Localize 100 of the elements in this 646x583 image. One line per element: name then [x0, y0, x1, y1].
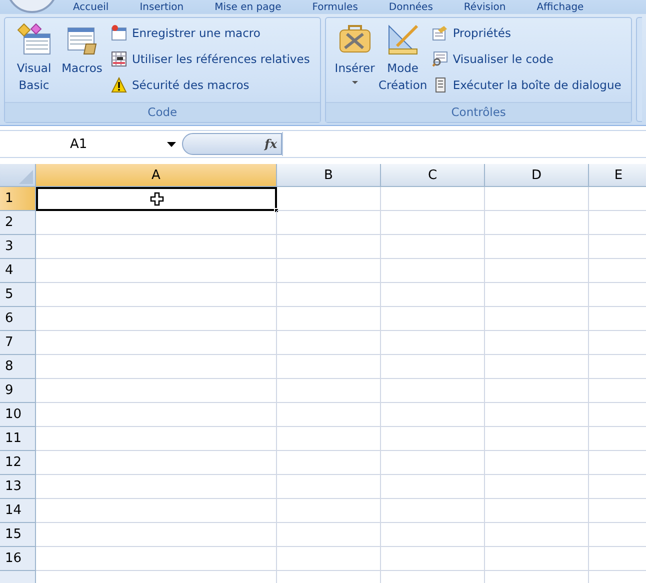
- table-cell[interactable]: [381, 187, 485, 211]
- table-cell[interactable]: [277, 403, 381, 427]
- column-header[interactable]: C: [381, 164, 485, 187]
- table-cell[interactable]: [277, 187, 381, 211]
- table-cell[interactable]: [277, 331, 381, 355]
- table-cell[interactable]: [277, 355, 381, 379]
- table-cell[interactable]: [277, 283, 381, 307]
- table-cell[interactable]: [381, 283, 485, 307]
- table-cell[interactable]: [485, 283, 589, 307]
- table-cell[interactable]: [381, 475, 485, 499]
- table-cell[interactable]: [277, 211, 381, 235]
- table-cell[interactable]: [485, 211, 589, 235]
- table-cell[interactable]: [36, 427, 277, 451]
- row-header[interactable]: 11: [0, 427, 36, 451]
- table-cell[interactable]: [485, 235, 589, 259]
- table-cell[interactable]: [485, 523, 589, 547]
- table-cell[interactable]: [36, 451, 277, 475]
- table-cell[interactable]: [277, 259, 381, 283]
- table-cell[interactable]: [485, 403, 589, 427]
- table-cell[interactable]: [36, 355, 277, 379]
- ribbon-small-button[interactable]: Propriétés: [432, 22, 628, 44]
- row-header[interactable]: 3: [0, 235, 36, 259]
- table-cell[interactable]: [485, 187, 589, 211]
- table-cell[interactable]: [36, 283, 277, 307]
- table-cell[interactable]: [277, 379, 381, 403]
- ribbon-small-button[interactable]: Exécuter la boîte de dialogue: [432, 74, 628, 96]
- table-cell[interactable]: [485, 379, 589, 403]
- table-cell[interactable]: [381, 307, 485, 331]
- row-header[interactable]: 8: [0, 355, 36, 379]
- table-cell[interactable]: [381, 403, 485, 427]
- table-cell[interactable]: [381, 523, 485, 547]
- table-cell[interactable]: [485, 451, 589, 475]
- dropdown-caret-icon[interactable]: [167, 142, 176, 146]
- ribbon-tab[interactable]: Formules: [303, 1, 380, 14]
- ribbon-tab[interactable]: Révision: [454, 1, 528, 14]
- column-header[interactable]: A: [36, 164, 277, 187]
- table-cell[interactable]: [485, 427, 589, 451]
- table-cell[interactable]: [485, 499, 589, 523]
- row-header[interactable]: 6: [0, 307, 36, 331]
- table-cell[interactable]: [381, 355, 485, 379]
- table-cell[interactable]: [485, 331, 589, 355]
- table-cell[interactable]: [381, 331, 485, 355]
- ribbon-tab[interactable]: Insertion: [130, 1, 206, 14]
- row-header[interactable]: 15: [0, 523, 36, 547]
- table-cell[interactable]: [381, 547, 485, 571]
- table-cell[interactable]: [277, 547, 381, 571]
- row-header[interactable]: 13: [0, 475, 36, 499]
- table-cell[interactable]: [36, 259, 277, 283]
- ribbon-tab[interactable]: Affichage: [528, 1, 606, 14]
- table-cell[interactable]: [485, 475, 589, 499]
- ribbon-tab[interactable]: Données: [380, 1, 455, 14]
- table-cell[interactable]: [381, 235, 485, 259]
- row-header[interactable]: 1: [0, 187, 36, 211]
- table-cell[interactable]: [277, 235, 381, 259]
- row-header[interactable]: 12: [0, 451, 36, 475]
- ribbon-tab[interactable]: Accueil: [64, 1, 131, 14]
- row-header[interactable]: 9: [0, 379, 36, 403]
- table-cell[interactable]: [485, 547, 589, 571]
- table-cell[interactable]: [381, 259, 485, 283]
- table-cell[interactable]: [36, 307, 277, 331]
- table-cell[interactable]: [36, 331, 277, 355]
- table-cell[interactable]: [381, 427, 485, 451]
- table-cell[interactable]: [36, 211, 277, 235]
- row-header[interactable]: 16: [0, 547, 36, 571]
- table-cell[interactable]: [381, 499, 485, 523]
- table-cell[interactable]: [485, 355, 589, 379]
- ribbon-large-button[interactable]: Macros: [59, 22, 105, 102]
- ribbon-small-button[interactable]: Utiliser les références relatives: [111, 48, 316, 70]
- ribbon-large-button[interactable]: Insérer: [332, 22, 378, 102]
- table-cell[interactable]: [485, 259, 589, 283]
- ribbon-small-button[interactable]: Enregistrer une macro: [111, 22, 316, 44]
- column-header[interactable]: E: [589, 164, 646, 187]
- table-cell[interactable]: [36, 499, 277, 523]
- column-header[interactable]: B: [277, 164, 381, 187]
- row-header[interactable]: 2: [0, 211, 36, 235]
- table-cell[interactable]: [277, 451, 381, 475]
- table-cell[interactable]: [381, 379, 485, 403]
- table-cell[interactable]: [277, 475, 381, 499]
- table-cell[interactable]: [381, 451, 485, 475]
- table-cell[interactable]: [485, 307, 589, 331]
- ribbon-tab[interactable]: Mise en page: [206, 1, 304, 14]
- table-cell[interactable]: [277, 427, 381, 451]
- ribbon-large-button[interactable]: Mode Création: [380, 22, 426, 102]
- active-cell[interactable]: [36, 187, 277, 211]
- select-all-corner[interactable]: [0, 164, 36, 187]
- table-cell[interactable]: [36, 403, 277, 427]
- table-cell[interactable]: [36, 475, 277, 499]
- ribbon-large-button[interactable]: Visual Basic: [11, 22, 57, 102]
- table-cell[interactable]: [277, 523, 381, 547]
- column-header[interactable]: D: [485, 164, 589, 187]
- table-cell[interactable]: [36, 235, 277, 259]
- ribbon-small-button[interactable]: Sécurité des macros: [111, 74, 316, 96]
- table-cell[interactable]: [277, 499, 381, 523]
- insert-function-button[interactable]: fx: [264, 137, 277, 151]
- row-header[interactable]: 10: [0, 403, 36, 427]
- row-header[interactable]: 4: [0, 259, 36, 283]
- row-header[interactable]: 14: [0, 499, 36, 523]
- row-header[interactable]: 7: [0, 331, 36, 355]
- table-cell[interactable]: [36, 379, 277, 403]
- table-cell[interactable]: [381, 211, 485, 235]
